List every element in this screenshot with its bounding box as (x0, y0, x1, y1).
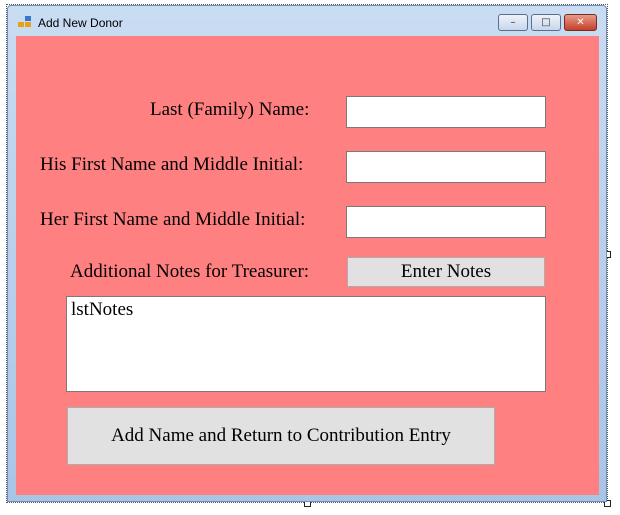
window-title: Add New Donor (38, 16, 123, 30)
his-first-name-input[interactable] (346, 151, 546, 183)
add-name-return-button[interactable]: Add Name and Return to Contribution Entr… (67, 407, 495, 465)
title-bar[interactable]: Add New Donor – □ ✕ (8, 6, 606, 36)
notes-label: Additional Notes for Treasurer: (70, 261, 310, 282)
enter-notes-button[interactable]: Enter Notes (347, 257, 545, 287)
minimize-button[interactable]: – (498, 14, 528, 31)
last-name-input[interactable] (346, 96, 546, 128)
notes-listbox-text: lstNotes (71, 299, 134, 320)
notes-listbox[interactable]: lstNotes (66, 296, 546, 392)
form-client-area: Last (Family) Name: His First Name and M… (16, 36, 599, 495)
her-first-name-input[interactable] (346, 206, 546, 238)
her-first-name-label: Her First Name and Middle Initial: (40, 209, 306, 230)
maximize-button[interactable]: □ (531, 14, 561, 31)
app-icon (18, 16, 32, 28)
close-button[interactable]: ✕ (564, 14, 597, 31)
his-first-name-label: His First Name and Middle Initial: (40, 154, 304, 175)
last-name-label: Last (Family) Name: (150, 99, 310, 120)
form-window: Add New Donor – □ ✕ Last (Family) Name: … (7, 5, 607, 502)
